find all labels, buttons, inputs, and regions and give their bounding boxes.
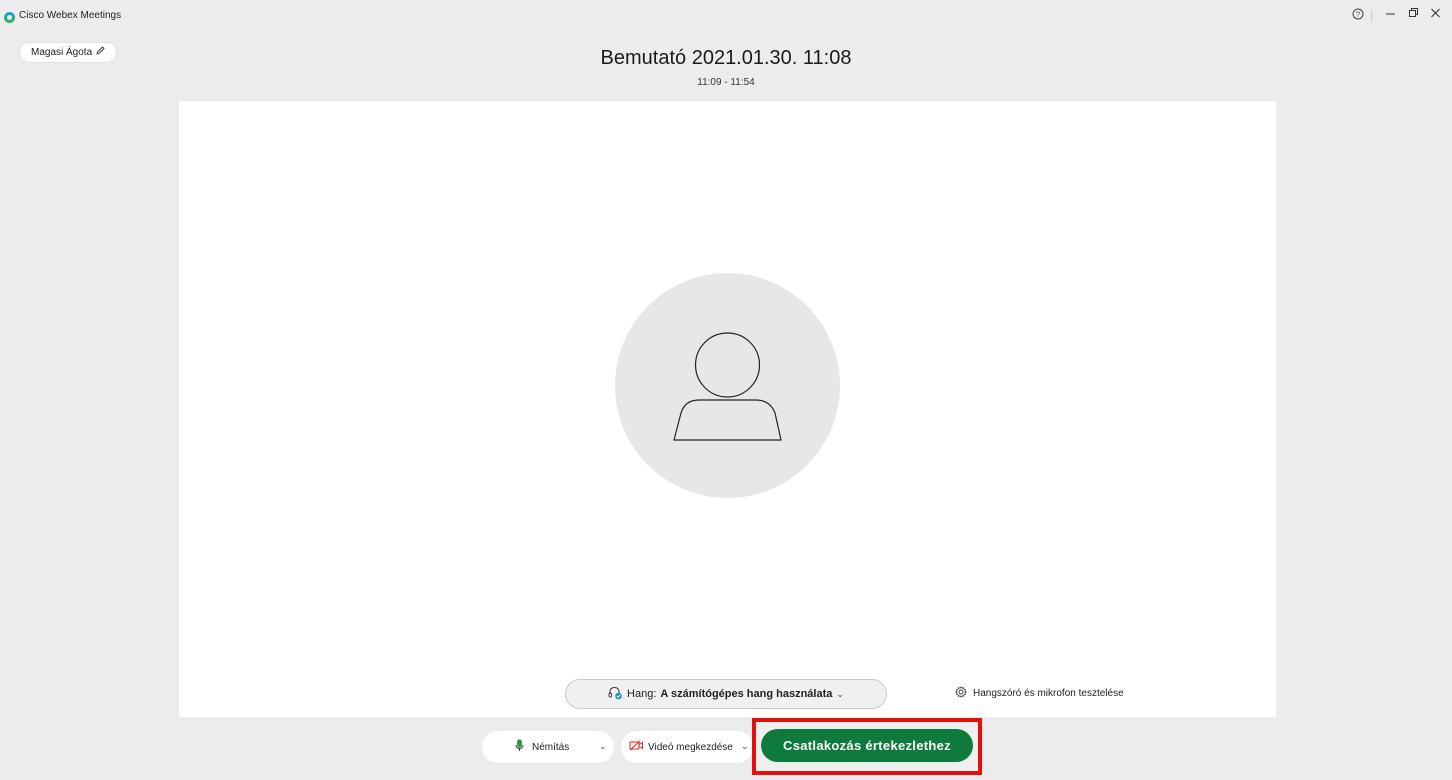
restore-button[interactable]: [1408, 7, 1419, 24]
join-meeting-button[interactable]: Csatlakozás értekezlethez: [761, 729, 973, 762]
close-button[interactable]: [1430, 7, 1441, 24]
audio-label-prefix: Hang:: [627, 688, 657, 700]
mute-button[interactable]: Némítás ⌄: [482, 731, 614, 763]
meeting-title: Bemutató 2021.01.30. 11:08: [600, 47, 852, 69]
test-link-label: Hangszóró és mikrofon tesztelése: [973, 688, 1124, 699]
avatar-placeholder: [615, 273, 840, 498]
start-video-button[interactable]: Videó megkezdése ⌄: [621, 731, 753, 763]
minimize-button[interactable]: [1385, 7, 1396, 24]
gear-icon: [955, 686, 967, 701]
video-preview: Hang: A számítógépes hang használata ⌄ H…: [179, 101, 1276, 717]
titlebar-divider: [1371, 11, 1372, 21]
user-silhouette-icon: [673, 332, 782, 441]
svg-text:?: ?: [1356, 10, 1360, 19]
meeting-time: 11:09 - 11:54: [697, 77, 755, 88]
video-options-chevron-icon[interactable]: ⌄: [741, 741, 749, 752]
audio-label-value: A számítógépes hang használata: [660, 688, 833, 700]
video-label: Videó megkezdése: [648, 741, 733, 753]
app-title: Cisco Webex Meetings: [19, 10, 122, 21]
mute-label: Némítás: [532, 741, 570, 753]
chevron-down-icon: ⌄: [836, 688, 844, 699]
title-bar: Cisco Webex Meetings ?: [0, 0, 1452, 30]
help-icon[interactable]: ?: [1352, 8, 1364, 25]
test-speaker-mic-link[interactable]: Hangszóró és mikrofon tesztelése: [955, 686, 1124, 701]
microphone-icon: [515, 739, 524, 755]
headset-icon: [608, 686, 623, 703]
video-off-icon: [629, 740, 644, 754]
webex-logo-icon: [4, 12, 15, 23]
mute-options-chevron-icon[interactable]: ⌄: [599, 741, 607, 752]
audio-selector[interactable]: Hang: A számítógépes hang használata ⌄: [565, 679, 887, 709]
